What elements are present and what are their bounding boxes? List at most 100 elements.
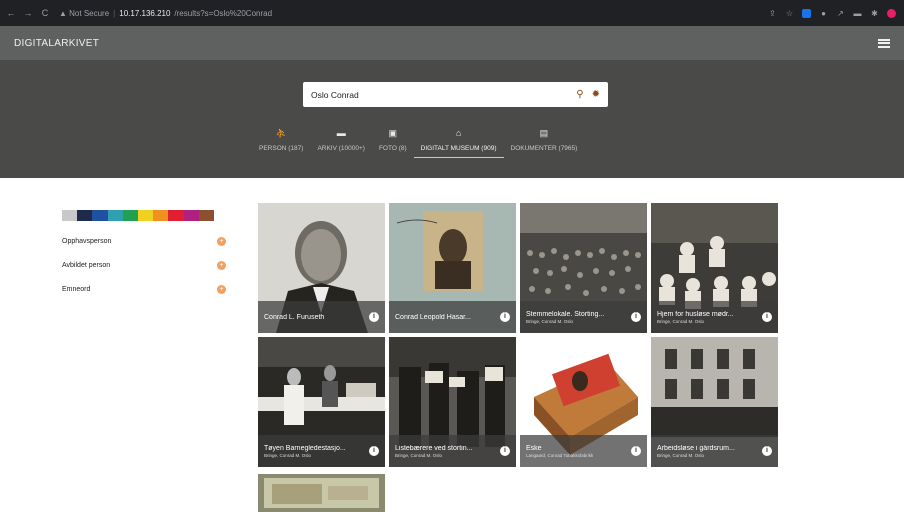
- profile-avatar-icon[interactable]: [887, 8, 896, 18]
- result-card[interactable]: Stemmelokale. Storting... Bringe, Conrad …: [520, 203, 647, 333]
- card-caption: Tøyen Barnegledestasjo... Bringe, Conrad …: [258, 435, 385, 467]
- info-icon[interactable]: i: [369, 312, 379, 322]
- card-subtitle: Langaard, Conrad Tobakksfabrikk: [526, 452, 594, 458]
- facet-item[interactable]: Emneord +: [62, 277, 226, 301]
- person-icon: ⛹: [275, 128, 287, 138]
- tab-photo[interactable]: ▣ FOTO (8): [372, 128, 414, 158]
- card-caption: Conrad L. Furuseth i: [258, 301, 385, 333]
- card-subtitle: Bringe, Conrad M. Oslo: [657, 318, 705, 324]
- result-card[interactable]: Tøyen Barnegledestasjo... Bringe, Conrad …: [258, 337, 385, 467]
- color-swatch[interactable]: [198, 210, 215, 221]
- document-icon: ▤: [539, 128, 549, 138]
- search-input[interactable]: [311, 89, 569, 100]
- search-bar: ⚲ ✹: [303, 82, 608, 107]
- card-caption: Stemmelokale. Storting... Bringe, Conrad …: [520, 301, 647, 333]
- address-bar[interactable]: ▲ Not Secure | 10.17.136.210/results?s=O…: [59, 9, 272, 18]
- result-card[interactable]: Eske Langaard, Conrad Tobakksfabrikk i: [520, 337, 647, 467]
- eyedropper-icon[interactable]: ↗: [836, 9, 845, 18]
- folder-icon: ▬: [336, 128, 346, 138]
- color-swatch[interactable]: [168, 210, 184, 221]
- tab-person[interactable]: ⛹ PERSON (187): [252, 128, 310, 158]
- address-host: 10.17.136.210: [119, 8, 171, 18]
- share-icon[interactable]: ⇪: [768, 9, 777, 18]
- expand-plus-icon[interactable]: +: [217, 284, 226, 294]
- expand-plus-icon[interactable]: +: [217, 260, 226, 270]
- forward-icon[interactable]: →: [22, 8, 34, 18]
- security-warning[interactable]: ▲ Not Secure: [59, 9, 109, 18]
- info-icon[interactable]: i: [500, 446, 510, 456]
- caption-text: Tøyen Barnegledestasjo... Bringe, Conrad …: [264, 445, 365, 458]
- color-swatch[interactable]: [122, 210, 139, 221]
- result-image: [258, 474, 385, 512]
- facet-label: Avbildet person: [62, 261, 111, 269]
- color-swatch[interactable]: [62, 210, 78, 221]
- info-icon[interactable]: i: [762, 446, 772, 456]
- result-card[interactable]: Conrad L. Furuseth i: [258, 203, 385, 333]
- back-icon[interactable]: ←: [5, 8, 17, 18]
- settings-gear-icon[interactable]: ✹: [592, 89, 600, 100]
- browser-toolbar: ← → C ▲ Not Secure | 10.17.136.210/resul…: [0, 0, 904, 26]
- color-swatch[interactable]: [153, 210, 169, 221]
- caption-text: Eske Langaard, Conrad Tobakksfabrikk: [526, 445, 627, 458]
- expand-plus-icon[interactable]: +: [217, 236, 226, 246]
- color-swatch[interactable]: [183, 210, 199, 221]
- bookmark-star-icon[interactable]: ☆: [785, 9, 794, 18]
- extension-dash-icon[interactable]: ▬: [853, 9, 862, 18]
- card-caption: Arbeidsløse i gårdsrum... Bringe, Conrad …: [651, 435, 778, 467]
- result-card[interactable]: Arbeidsløse i gårdsrum... Bringe, Conrad …: [651, 337, 778, 467]
- facet-item[interactable]: Opphavsperson +: [62, 229, 226, 253]
- puzzle-icon[interactable]: ✱: [870, 9, 879, 18]
- extension-icon[interactable]: [802, 8, 811, 18]
- card-caption: Eske Langaard, Conrad Tobakksfabrikk i: [520, 435, 647, 467]
- color-swatch[interactable]: [77, 210, 93, 221]
- info-icon[interactable]: i: [369, 446, 379, 456]
- tab-museum[interactable]: ⌂ DIGITALT MUSEUM (909): [413, 128, 504, 158]
- brand-logo[interactable]: DIGITALARKIVET: [14, 38, 99, 49]
- reload-icon[interactable]: C: [39, 8, 51, 18]
- card-title: Hjem for husløse mødr...: [657, 310, 734, 318]
- tab-label: DOKUMENTER (7965): [510, 145, 578, 152]
- search-icon[interactable]: ⚲: [576, 89, 583, 100]
- color-swatch[interactable]: [138, 210, 154, 221]
- card-title: Stemmelokale. Storting...: [526, 310, 605, 318]
- browser-actions: ⇪ ☆ ● ↗ ▬ ✱: [768, 8, 896, 18]
- card-subtitle: Bringe, Conrad M. Oslo: [657, 452, 705, 458]
- address-path: /results?s=Oslo%20Conrad: [174, 8, 273, 18]
- card-title: Eske: [526, 444, 542, 452]
- card-title: Arbeidsløse i gårdsrum...: [657, 444, 735, 452]
- info-icon[interactable]: i: [631, 446, 641, 456]
- card-subtitle: Bringe, Conrad M. Oslo: [526, 318, 574, 324]
- facet-label: Emneord: [62, 285, 91, 293]
- result-card-partial[interactable]: [258, 474, 385, 512]
- results-grid: Conrad L. Furuseth i Conrad Leopold Hasar.…: [258, 203, 778, 467]
- tab-label: ARKIV (10000+): [317, 145, 365, 152]
- info-icon[interactable]: i: [631, 312, 641, 322]
- hamburger-menu-icon[interactable]: [878, 38, 890, 48]
- tab-label: DIGITALT MUSEUM (909): [420, 145, 497, 152]
- card-caption: Conrad Leopold Hasar... i: [389, 301, 516, 333]
- card-title: Conrad Leopold Hasar...: [395, 313, 471, 321]
- card-caption: Hjem for husløse mødr... Bringe, Conrad M…: [651, 301, 778, 333]
- color-swatch[interactable]: [107, 210, 123, 221]
- card-title: Conrad L. Furuseth: [264, 313, 325, 321]
- tab-label: PERSON (187): [259, 145, 304, 152]
- info-icon[interactable]: i: [762, 312, 772, 322]
- result-card[interactable]: Listebærere ved stortin... Bringe, Conrad…: [389, 337, 516, 467]
- result-card[interactable]: Conrad Leopold Hasar... i: [389, 203, 516, 333]
- extension-circle-icon[interactable]: ●: [819, 9, 828, 18]
- result-card[interactable]: Hjem for husløse mødr... Bringe, Conrad M…: [651, 203, 778, 333]
- search-hero: ⚲ ✹ ⛹ PERSON (187) ▬ ARKIV (10000+) ▣ FOTO (8…: [0, 60, 904, 178]
- info-icon[interactable]: i: [500, 312, 510, 322]
- caption-text: Stemmelokale. Storting... Bringe, Conrad …: [526, 311, 627, 324]
- color-swatch[interactable]: [92, 210, 108, 221]
- card-caption: Listebærere ved stortin... Bringe, Conrad…: [389, 435, 516, 467]
- museum-icon: ⌂: [455, 128, 462, 138]
- card-title: Tøyen Barnegledestasjo...: [264, 444, 346, 452]
- tab-document[interactable]: ▤ DOKUMENTER (7965): [504, 128, 585, 158]
- caption-text: Arbeidsløse i gårdsrum... Bringe, Conrad …: [657, 445, 758, 458]
- tab-folder[interactable]: ▬ ARKIV (10000+): [310, 128, 372, 158]
- facet-item[interactable]: Avbildet person +: [62, 253, 226, 277]
- color-filter-palette: [62, 210, 215, 221]
- card-title: Listebærere ved stortin...: [395, 444, 473, 452]
- filter-sidebar: Opphavsperson + Avbildet person + Emneord +: [62, 210, 232, 301]
